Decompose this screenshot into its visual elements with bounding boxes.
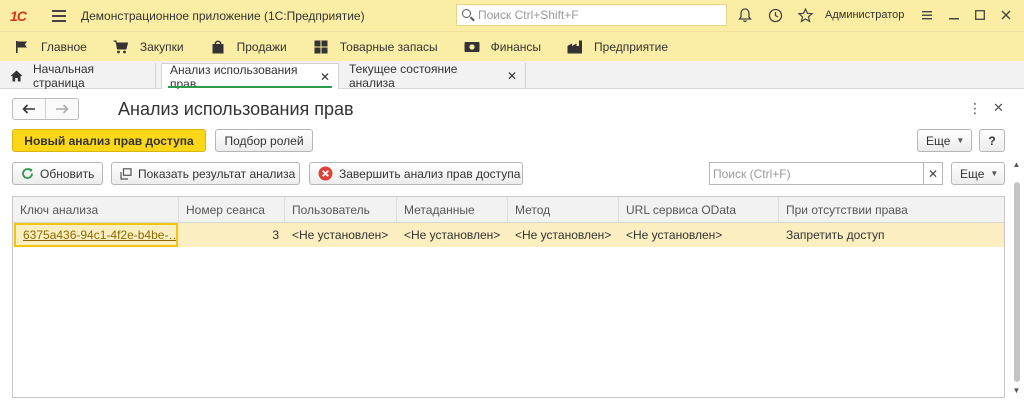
grid-icon [313, 40, 329, 54]
refresh-icon [21, 166, 34, 182]
tab-rights-analysis[interactable]: Анализ использования прав ✕ [161, 63, 339, 91]
tab-analysis-state[interactable]: Текущее состояние анализа ✕ [341, 62, 526, 90]
scroll-down-icon[interactable]: ▼ [1012, 386, 1021, 396]
chevron-down-icon: ▼ [956, 136, 965, 145]
tab-analysis-state-label: Текущее состояние анализа [349, 62, 458, 90]
form-more-icon[interactable]: ⋮ [968, 100, 982, 117]
tab-rights-analysis-label: Анализ использования прав [170, 63, 298, 91]
column-header[interactable]: URL сервиса OData [619, 197, 779, 223]
clear-search-icon[interactable]: ✕ [923, 162, 943, 185]
user-cell[interactable]: <Не установлен> [285, 223, 397, 247]
app-title: Демонстрационное приложение (1С:Предприя… [81, 8, 365, 23]
form-title: Анализ использования прав [118, 99, 354, 119]
cart-icon [113, 40, 129, 54]
section-inventory[interactable]: Товарные запасы [313, 32, 438, 62]
open-window-icon [120, 166, 132, 182]
bell-icon[interactable] [737, 7, 753, 23]
list-search-input[interactable]: Поиск (Ctrl+F) [709, 162, 924, 185]
method-cell[interactable]: <Не установлен> [508, 223, 619, 247]
flag-icon [14, 40, 30, 54]
minimize-icon[interactable] [946, 7, 962, 23]
more-button-top[interactable]: Еще ▼ [917, 129, 972, 152]
bag-icon [210, 40, 226, 54]
section-finance-label: Финансы [490, 39, 542, 54]
settings-menu-icon[interactable] [919, 7, 935, 23]
column-header[interactable]: Номер сеанса [179, 197, 285, 223]
section-sales[interactable]: Продажи [210, 32, 287, 62]
logo-text: 1С [10, 7, 27, 24]
cancel-circle-icon [318, 166, 333, 182]
forward-arrow-icon[interactable] [45, 99, 78, 119]
scroll-up-icon[interactable]: ▲ [1012, 160, 1021, 170]
vertical-scrollbar[interactable]: ▲ ▼ [1011, 158, 1022, 398]
role-selection-button[interactable]: Подбор ролей [215, 129, 313, 152]
current-user[interactable]: Администратор [825, 9, 904, 21]
column-header[interactable]: Метаданные [397, 197, 508, 223]
analysis-table: Ключ анализа Номер сеанса Пользователь М… [12, 196, 1005, 398]
navigation-buttons [12, 98, 79, 120]
section-inventory-label: Товарные запасы [339, 39, 438, 54]
sections-panel: Главное Закупки Продажи Товарные запасы … [0, 31, 1024, 61]
global-search-placeholder: Поиск Ctrl+Shift+F [478, 8, 579, 22]
section-enterprise[interactable]: Предприятие [567, 32, 668, 62]
column-header[interactable]: Пользователь [285, 197, 397, 223]
chevron-down-icon: ▼ [990, 169, 999, 178]
home-icon [10, 70, 23, 82]
open-windows-tabs: Начальная страница Анализ использования … [0, 61, 1024, 91]
main-menu-icon[interactable] [52, 9, 66, 22]
section-main[interactable]: Главное [14, 32, 87, 62]
more-button-table-label: Еще [960, 166, 985, 181]
section-sales-label: Продажи [236, 39, 287, 54]
favorites-star-icon[interactable] [797, 7, 813, 23]
new-analysis-button[interactable]: Новый анализ прав доступа [12, 129, 206, 152]
list-search-placeholder: Поиск (Ctrl+F) [713, 166, 791, 181]
section-main-label: Главное [41, 39, 87, 54]
tab-home-label: Начальная страница [33, 62, 95, 90]
money-icon [464, 40, 480, 54]
section-finance[interactable]: Финансы [464, 32, 541, 62]
section-purchases[interactable]: Закупки [113, 32, 184, 62]
column-header[interactable]: Ключ анализа [13, 197, 179, 223]
app-logo: 1С [10, 7, 40, 25]
scrollbar-thumb[interactable] [1014, 182, 1020, 382]
more-button-top-label: Еще [926, 133, 951, 148]
session-number-cell[interactable]: 3 [179, 223, 285, 247]
search-icon [461, 8, 475, 22]
odata-url-cell[interactable]: <Не установлен> [619, 223, 779, 247]
tab-close-icon[interactable]: ✕ [507, 69, 517, 83]
finish-analysis-button-label: Завершить анализ прав доступа [339, 166, 521, 181]
show-result-button[interactable]: Показать результат анализа [111, 162, 300, 185]
section-purchases-label: Закупки [139, 39, 184, 54]
refresh-button[interactable]: Обновить [12, 162, 103, 185]
table-header: Ключ анализа Номер сеанса Пользователь М… [13, 197, 1004, 223]
section-enterprise-label: Предприятие [594, 39, 668, 54]
close-window-icon[interactable] [998, 7, 1014, 23]
maximize-icon[interactable] [972, 7, 988, 23]
help-button[interactable]: ? [979, 129, 1005, 152]
more-button-table[interactable]: Еще ▼ [951, 162, 1005, 185]
tab-close-icon[interactable]: ✕ [320, 70, 330, 84]
show-result-button-label: Показать результат анализа [138, 166, 296, 181]
analysis-key-cell[interactable]: 6375a436-94c1-4f2e-b4be-… [14, 223, 178, 247]
no-right-action-cell[interactable]: Запретить доступ [779, 223, 1004, 247]
table-row[interactable]: 6375a436-94c1-4f2e-b4be-… 3 <Не установл… [13, 223, 1004, 247]
form-close-icon[interactable]: ✕ [993, 100, 1004, 116]
refresh-button-label: Обновить [40, 166, 95, 181]
column-header[interactable]: При отсутствии права [779, 197, 1004, 223]
tab-home[interactable]: Начальная страница [0, 62, 156, 90]
back-arrow-icon[interactable] [13, 99, 45, 119]
finish-analysis-button[interactable]: Завершить анализ прав доступа [309, 162, 523, 185]
history-icon[interactable] [767, 7, 783, 23]
form-area: Анализ использования прав ⋮ ✕ Новый анал… [0, 89, 1024, 410]
column-header[interactable]: Метод [508, 197, 619, 223]
global-search-input[interactable]: Поиск Ctrl+Shift+F [456, 4, 727, 26]
metadata-cell[interactable]: <Не установлен> [397, 223, 508, 247]
factory-icon [567, 40, 583, 54]
